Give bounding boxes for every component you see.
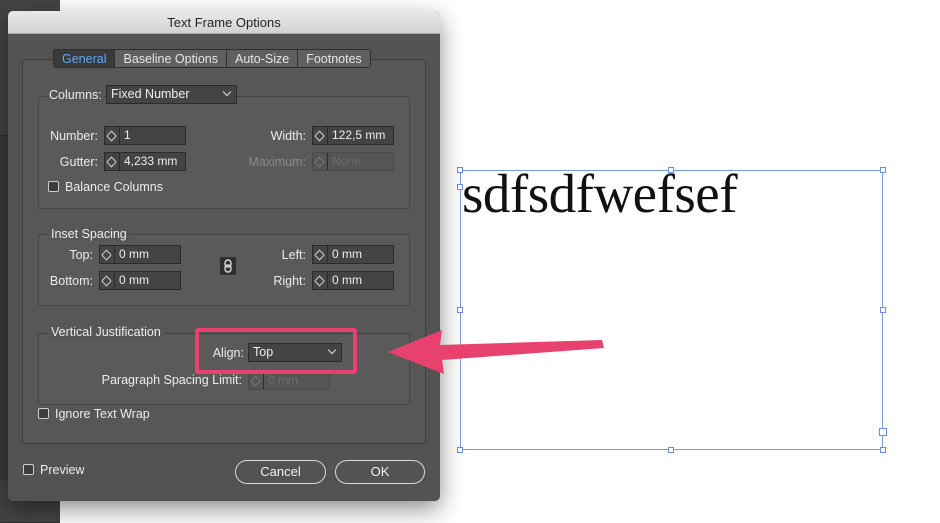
gutter-value[interactable]: 4,233 mm [120,153,185,170]
columns-label: Columns: [47,88,104,102]
gutter-stepper[interactable]: 4,233 mm [104,152,186,171]
dialog-title: Text Frame Options [167,15,281,30]
stepper-arrows-icon[interactable] [105,153,120,170]
ok-button[interactable]: OK [335,460,425,484]
inset-left-stepper[interactable]: 0 mm [312,245,394,264]
inset-right-label: Right: [273,274,306,288]
columns-type-select[interactable]: Fixed Number [106,85,237,104]
inset-right-value[interactable]: 0 mm [328,272,393,289]
vertical-justification-title: Vertical Justification [49,325,163,339]
ignore-text-wrap-label: Ignore Text Wrap [55,407,150,421]
number-label: Number: [50,129,98,143]
number-stepper[interactable]: 1 [104,126,186,145]
paragraph-spacing-value: 0 mm [268,373,298,387]
preview-label: Preview [40,463,85,477]
tab-auto-size[interactable]: Auto-Size [227,49,299,68]
stepper-arrows-icon[interactable] [100,246,115,263]
number-value[interactable]: 1 [120,127,185,144]
inset-spacing-title: Inset Spacing [49,227,129,241]
frame-handle-bottom-right[interactable] [880,447,886,453]
inset-top-value[interactable]: 0 mm [115,246,180,263]
stepper-arrows-icon[interactable] [313,246,328,263]
stepper-arrows-icon[interactable] [313,272,328,289]
chevron-down-icon [222,87,232,97]
maximum-value: None [332,154,361,168]
width-stepper[interactable]: 122,5 mm [312,126,394,145]
inset-bottom-value[interactable]: 0 mm [115,272,180,289]
preview-checkbox[interactable] [23,464,34,475]
inset-left-label: Left: [281,248,306,262]
inset-top-stepper[interactable]: 0 mm [99,245,181,264]
tab-baseline-options[interactable]: Baseline Options [115,49,227,68]
inset-bottom-label: Bottom: [49,274,93,288]
frame-handle-middle-right[interactable] [880,307,886,313]
stepper-arrows-icon[interactable] [100,272,115,289]
maximum-stepper: None [312,152,394,171]
gutter-label: Gutter: [59,155,98,169]
text-frame-options-dialog: Text Frame Options General Baseline Opti… [8,11,440,501]
tab-bar: General Baseline Options Auto-Size Footn… [53,49,371,69]
stepper-arrows-icon[interactable] [105,127,120,144]
tab-general[interactable]: General [53,49,116,68]
frame-text-content[interactable]: sdfsdfwefsef [462,162,738,225]
inset-top-label: Top: [69,248,93,262]
width-label: Width: [270,129,306,143]
inset-bottom-stepper[interactable]: 0 mm [99,271,181,290]
maximum-label: Maximum: [248,155,306,169]
inset-right-stepper[interactable]: 0 mm [312,271,394,290]
frame-out-port[interactable] [879,428,887,436]
stepper-arrows-icon [249,372,264,389]
balance-columns-label: Balance Columns [65,180,163,194]
paragraph-spacing-limit-label: Paragraph Spacing Limit: [101,373,242,387]
stepper-arrows-icon[interactable] [313,127,328,144]
cancel-button[interactable]: Cancel [235,460,326,484]
width-value[interactable]: 122,5 mm [328,127,393,144]
stepper-arrows-icon [313,153,328,170]
balance-columns-checkbox[interactable] [48,181,59,192]
align-highlight-box [195,328,357,374]
inset-left-value[interactable]: 0 mm [328,246,393,263]
frame-handle-bottom-left[interactable] [457,447,463,453]
columns-type-value: Fixed Number [111,87,190,101]
link-chain-icon[interactable] [220,257,236,275]
frame-handle-top-right[interactable] [880,167,886,173]
dialog-titlebar[interactable]: Text Frame Options [8,11,440,34]
frame-handle-bottom-center[interactable] [668,447,674,453]
frame-handle-middle-left[interactable] [457,307,463,313]
annotation-arrow-icon [388,330,604,374]
tab-footnotes[interactable]: Footnotes [298,49,371,68]
ignore-text-wrap-checkbox[interactable] [38,408,49,419]
